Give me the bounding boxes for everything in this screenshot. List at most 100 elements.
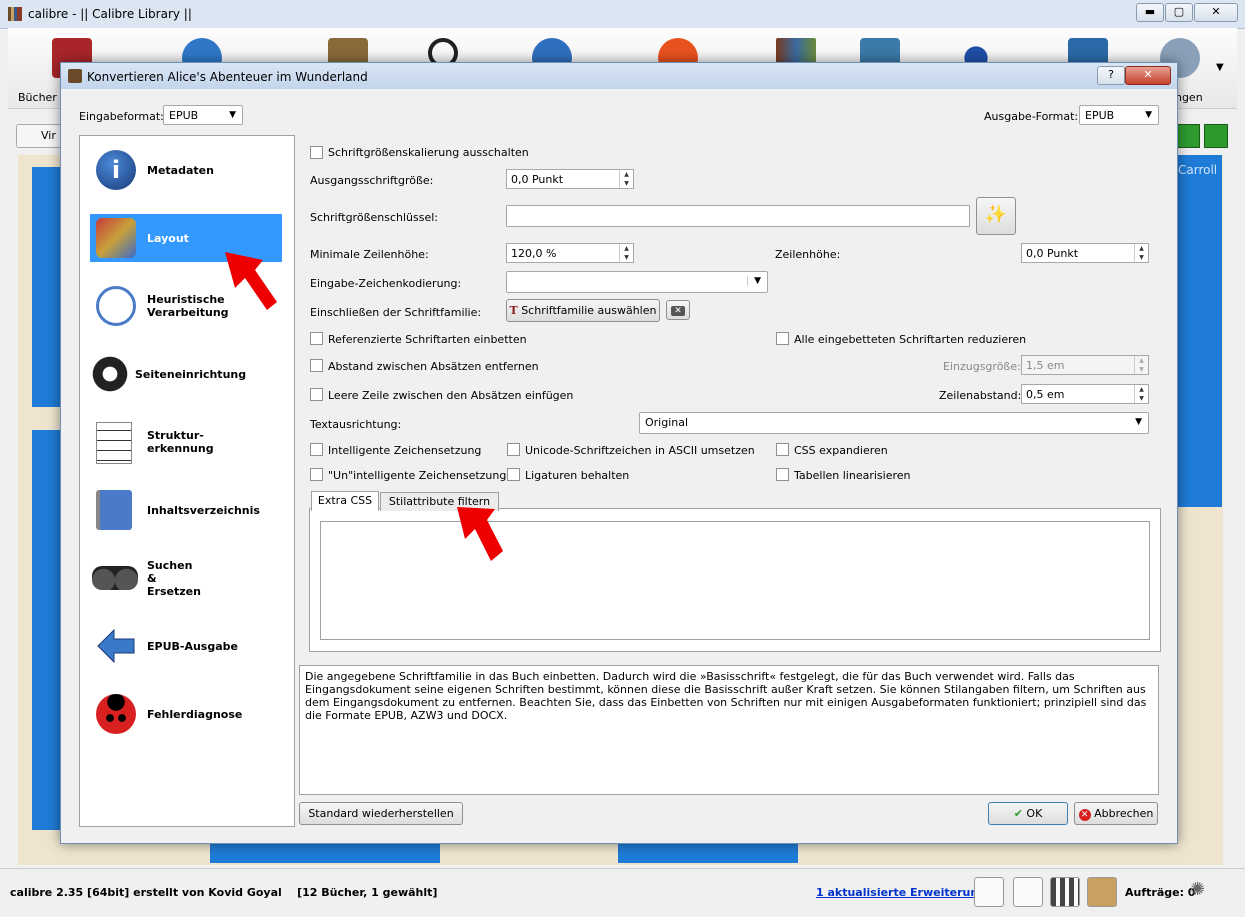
embed-family-label: Einschließen der Schriftfamilie:: [310, 306, 482, 319]
magic-wand-icon: ✨: [984, 204, 1008, 225]
smarten-punct-checkbox[interactable]: [310, 443, 323, 456]
choose-font-family-button[interactable]: T Schriftfamilie auswählen: [506, 299, 660, 322]
arrow-left-icon: [96, 626, 136, 666]
embed-referenced-checkbox[interactable]: [310, 332, 323, 345]
restore-defaults-label: Standard wiederherstellen: [308, 807, 454, 820]
input-encoding-label: Eingabe-Zeichenkodierung:: [310, 277, 462, 290]
font-key-input[interactable]: [506, 205, 970, 227]
options-sidebar: i Metadaten Layout Heuristische Verarbei…: [79, 135, 295, 827]
close-button[interactable]: ✕: [1194, 3, 1238, 22]
line-height-spinbox[interactable]: 0,0 Punkt ▲ ▼: [1021, 243, 1149, 263]
output-format-label: Ausgabe-Format:: [984, 110, 1079, 123]
sidebar-item-debug[interactable]: Fehlerdiagnose: [90, 690, 282, 738]
notebook-icon: [96, 490, 132, 530]
toolbar-more-icon[interactable]: ▼: [1216, 62, 1224, 73]
unsmarten-punct-checkbox[interactable]: [310, 468, 323, 481]
sidebar-item-label: Layout: [147, 231, 189, 245]
text-align-combo[interactable]: Original ▼: [639, 412, 1149, 434]
expand-css-label: CSS expandieren: [794, 444, 888, 457]
main-titlebar: calibre - || Calibre Library || ▬ ▢ ✕: [0, 0, 1245, 29]
spin-arrows-icon[interactable]: ▲ ▼: [1134, 244, 1148, 262]
sidebar-item-search-replace[interactable]: Suchen & Ersetzen: [90, 554, 282, 602]
blank-line-label: Leere Zeile zwischen den Absätzen einfüg…: [328, 389, 574, 402]
output-format-select[interactable]: EPUB ▼: [1079, 105, 1159, 125]
expand-css-checkbox[interactable]: [776, 443, 789, 456]
jobs-label[interactable]: Aufträge: 0: [1125, 886, 1195, 899]
cover-browser-icon[interactable]: [1013, 877, 1043, 907]
input-format-value: EPUB: [169, 109, 199, 122]
keep-ligatures-checkbox[interactable]: [507, 468, 520, 481]
annotation-arrow-icon: [225, 252, 277, 310]
chevron-down-icon: ▼: [1135, 417, 1142, 427]
status-count: [12 Bücher, 1 gewählt]: [297, 886, 438, 899]
dialog-title: Konvertieren Alice's Abenteuer im Wunder…: [87, 70, 368, 84]
tab-extra-css[interactable]: Extra CSS: [311, 491, 379, 511]
maximize-button[interactable]: ▢: [1165, 3, 1193, 22]
sidebar-item-structure[interactable]: Struktur- erkennung: [90, 418, 282, 466]
prev-green-icon[interactable]: [1176, 124, 1200, 148]
text-align-label: Textausrichtung:: [310, 418, 402, 431]
min-line-height-spinbox[interactable]: 120,0 % ▲ ▼: [506, 243, 634, 263]
cover-tile[interactable]: [210, 843, 440, 863]
indent-label: Einzugsgröße:: [943, 360, 1021, 373]
disable-scaling-checkbox[interactable]: [310, 146, 323, 159]
checkmark-icon: ✔: [1013, 807, 1023, 820]
sidebar-item-toc[interactable]: Inhaltsverzeichnis: [90, 486, 282, 534]
sidebar-item-page-setup[interactable]: Seiteneinrichtung: [90, 350, 282, 398]
font-key-wizard-button[interactable]: ✨: [976, 197, 1016, 235]
subset-fonts-checkbox[interactable]: [776, 332, 789, 345]
remove-spacing-checkbox[interactable]: [310, 359, 323, 372]
base-font-size-spinbox[interactable]: 0,0 Punkt ▲ ▼: [506, 169, 634, 189]
clear-icon: ✕: [671, 306, 685, 316]
font-t-icon: T: [509, 304, 518, 317]
help-button[interactable]: ?: [1097, 66, 1125, 85]
base-font-size-value: 0,0 Punkt: [511, 173, 564, 186]
author-label: Carroll: [1178, 163, 1218, 177]
dialog-close-button[interactable]: ✕: [1125, 66, 1171, 85]
input-encoding-combo[interactable]: ▼: [506, 271, 768, 293]
unsmarten-punct-label: "Un"intelligente Zeichensetzung: [328, 469, 507, 482]
chevron-down-icon: ▼: [747, 276, 761, 286]
line-spacing-spinbox[interactable]: 0,5 em ▲ ▼: [1021, 384, 1149, 404]
info-icon: i: [96, 150, 136, 190]
clear-font-family-button[interactable]: ✕: [666, 300, 690, 320]
linearize-tables-label: Tabellen linearisieren: [794, 469, 911, 482]
book-details-icon[interactable]: [1087, 877, 1117, 907]
status-left: calibre 2.35 [64bit] erstellt von Kovid …: [10, 886, 437, 899]
sidebar-item-label: Suchen & Ersetzen: [147, 558, 201, 598]
tag-icon[interactable]: [974, 877, 1004, 907]
line-height-label: Zeilenhöhe:: [775, 248, 841, 261]
extra-css-editor[interactable]: [320, 521, 1150, 640]
cover-tile[interactable]: [1174, 155, 1222, 507]
sidebar-item-label: Inhaltsverzeichnis: [147, 503, 260, 517]
ok-label: OK: [1026, 807, 1043, 820]
sidebar-item-label: Struktur- erkennung: [147, 429, 214, 455]
indent-spinbox[interactable]: 1,5 em ▲ ▼: [1021, 355, 1149, 375]
unicode-ascii-label: Unicode-Schriftzeichen in ASCII umsetzen: [525, 444, 755, 457]
line-spacing-label: Zeilenabstand:: [939, 389, 1022, 402]
spin-arrows-icon[interactable]: ▲ ▼: [1134, 385, 1148, 403]
linearize-tables-checkbox[interactable]: [776, 468, 789, 481]
spin-arrows-icon[interactable]: ▲ ▼: [619, 170, 633, 188]
spin-arrows-icon[interactable]: ▲ ▼: [1134, 356, 1148, 374]
grid-view-icon[interactable]: [1050, 877, 1080, 907]
input-format-select[interactable]: EPUB ▼: [163, 105, 243, 125]
font-key-label: Schriftgrößenschlüssel:: [310, 211, 439, 224]
sidebar-item-epub-output[interactable]: EPUB-Ausgabe: [90, 622, 282, 670]
next-green-icon[interactable]: [1204, 124, 1228, 148]
main-window-title: calibre - || Calibre Library ||: [28, 7, 192, 21]
spin-arrows-icon[interactable]: ▲ ▼: [619, 244, 633, 262]
cover-tile[interactable]: [618, 843, 798, 863]
line-spacing-value: 0,5 em: [1026, 388, 1065, 401]
annotation-arrow-icon: [457, 507, 503, 561]
unicode-ascii-checkbox[interactable]: [507, 443, 520, 456]
gear-icon: [90, 354, 130, 394]
cancel-button[interactable]: ✕ Abbrechen: [1074, 802, 1158, 825]
subset-fonts-label: Alle eingebetteten Schriftarten reduzier…: [794, 333, 1027, 346]
tab-extra-css-label: Extra CSS: [317, 494, 373, 507]
blank-line-checkbox[interactable]: [310, 388, 323, 401]
minimize-button[interactable]: ▬: [1136, 3, 1164, 22]
sidebar-item-metadata[interactable]: i Metadaten: [90, 146, 282, 194]
restore-defaults-button[interactable]: Standard wiederherstellen: [299, 802, 463, 825]
ok-button[interactable]: ✔ OK: [988, 802, 1068, 825]
